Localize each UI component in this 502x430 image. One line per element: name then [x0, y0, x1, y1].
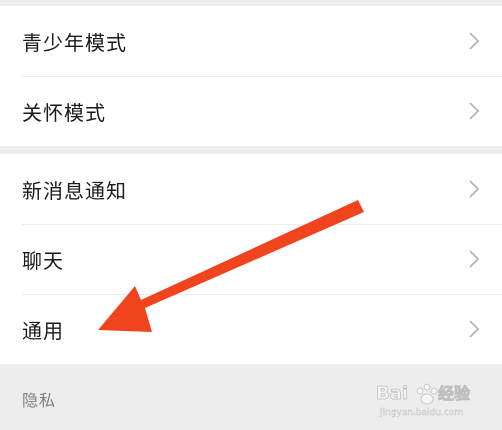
chevron-right-icon: [469, 180, 480, 198]
baidu-jingyan-watermark: Bai 经验 jingyan.baidu.com: [376, 383, 472, 419]
settings-item-label: 通用: [22, 318, 64, 343]
settings-item-label: 青少年模式: [22, 30, 127, 55]
settings-group-1: 青少年模式 关怀模式: [0, 6, 502, 146]
chevron-right-icon: [469, 320, 480, 338]
svg-text:经验: 经验: [438, 384, 471, 403]
settings-item-general[interactable]: 通用: [0, 294, 502, 364]
settings-group-2: 新消息通知 聊天 通用: [0, 154, 502, 364]
chevron-right-icon: [469, 32, 480, 50]
settings-item-chat[interactable]: 聊天: [0, 224, 502, 294]
svg-text:jingyan.baidu.com: jingyan.baidu.com: [379, 408, 463, 418]
settings-item-care-mode[interactable]: 关怀模式: [0, 76, 502, 146]
chevron-right-icon: [469, 102, 480, 120]
section-label: 隐私: [22, 391, 57, 410]
settings-item-label: 新消息通知: [22, 178, 127, 203]
settings-item-label: 聊天: [22, 248, 64, 273]
settings-item-new-message-notification[interactable]: 新消息通知: [0, 154, 502, 224]
svg-text:Bai: Bai: [376, 383, 408, 404]
settings-item-teen-mode[interactable]: 青少年模式: [0, 6, 502, 76]
chevron-right-icon: [469, 250, 480, 268]
settings-item-label: 关怀模式: [22, 100, 106, 125]
